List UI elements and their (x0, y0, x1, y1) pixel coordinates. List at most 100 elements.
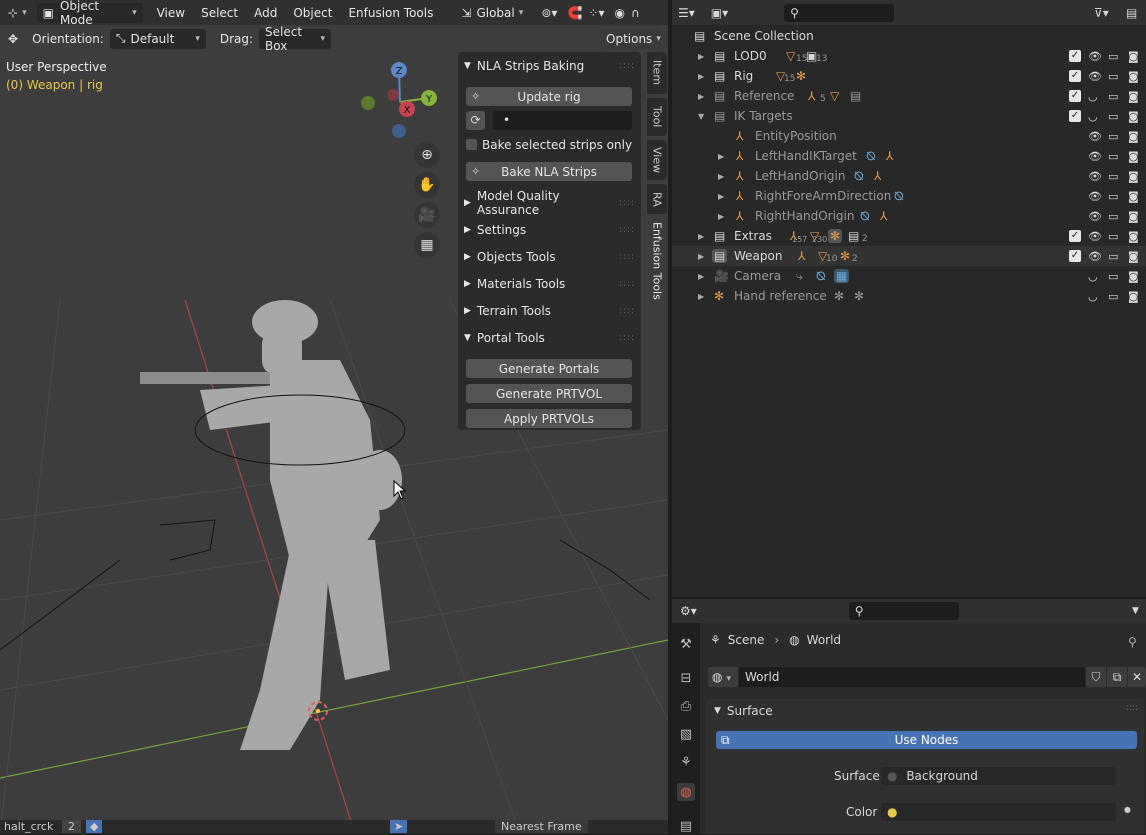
use-nodes-button[interactable]: ⧉ Use Nodes (716, 731, 1137, 749)
outliner-editor-icon[interactable]: ☰▾ (678, 6, 695, 20)
drag-grip-icon[interactable]: :::: (619, 252, 635, 262)
filter-icon[interactable]: ⊽▾ (1094, 6, 1109, 20)
options-dropdown[interactable]: Options ▾ (600, 28, 662, 49)
camera-render-icon[interactable]: ◙ (1128, 190, 1139, 203)
monitor-icon[interactable]: ▭ (1108, 150, 1118, 163)
section-objects-tools[interactable]: ▶ Objects Tools :::: (458, 245, 641, 269)
eye-icon[interactable]: 👁 (1088, 50, 1102, 63)
snap-icon[interactable]: 🧲 (567, 6, 582, 20)
expand-arrow-icon[interactable]: ▶ (718, 192, 724, 201)
outliner-row-reference[interactable]: ▶ ▤ Reference ⅄ 5 ▽ ▤ ✓ ◡ ▭ ◙ (672, 86, 1146, 106)
display-mode-icon[interactable]: ▣▾ (711, 6, 728, 20)
tab-ra[interactable]: RA (647, 184, 667, 214)
camera-view-icon[interactable]: 🎥 (414, 202, 440, 228)
outliner-row-ik-targets[interactable]: ▼ ▤ IK Targets ✓ ◡ ▭ ◙ (672, 106, 1146, 126)
camera-render-icon[interactable]: ◙ (1128, 130, 1139, 143)
fake-user-shield-icon[interactable]: ⛉ (1086, 667, 1106, 687)
editor-type-button[interactable]: ⊹ ▾ (4, 3, 31, 23)
expand-arrow-icon[interactable]: ▶ (698, 252, 704, 261)
frame-field[interactable]: 2 (62, 820, 81, 833)
pin-icon[interactable]: ⚲ (1128, 635, 1137, 649)
drag-dropdown[interactable]: Select Box ▾ (259, 25, 332, 53)
apply-prtvols-button[interactable]: Apply PRTVOLs (466, 409, 632, 428)
monitor-icon[interactable]: ▭ (1108, 70, 1118, 83)
eye-icon[interactable]: 👁 (1088, 230, 1102, 243)
eye-icon[interactable]: 👁 (1088, 250, 1102, 263)
render-tab-icon[interactable]: ⊟ (677, 669, 695, 687)
drag-grip-icon[interactable]: :::: (619, 306, 635, 316)
snap-target-icon[interactable]: ⁘▾ (588, 6, 604, 20)
generate-prtvol-button[interactable]: Generate PRTVOL (466, 384, 632, 403)
eye-icon[interactable]: 👁 (1088, 70, 1102, 83)
shield-icon[interactable]: ◆ (86, 820, 103, 833)
eye-hidden-icon[interactable]: ◡ (1088, 90, 1098, 103)
menu-enfusion-tools[interactable]: Enfusion Tools (340, 6, 441, 20)
collection-tab-icon[interactable]: ▤ (677, 817, 695, 835)
exclude-checkbox[interactable]: ✓ (1069, 70, 1081, 82)
exclude-checkbox[interactable]: ✓ (1069, 230, 1081, 242)
expand-arrow-icon[interactable]: ▶ (698, 72, 704, 81)
menu-add[interactable]: Add (246, 6, 285, 20)
camera-render-icon[interactable]: ◙ (1128, 150, 1139, 163)
pivot-icon[interactable]: ⊚▾ (541, 6, 557, 20)
section-model-quality-assurance[interactable]: ▶ Model Quality Assurance :::: (458, 189, 641, 217)
output-tab-icon[interactable]: ⎙ (677, 697, 695, 715)
zoom-icon[interactable]: ⊕ (414, 142, 440, 168)
outliner-row-camera[interactable]: ▶ 🎥 Camera ⤷ ⦰ ▦ ◡ ▭ ◙ (672, 266, 1146, 286)
generate-portals-button[interactable]: Generate Portals (466, 359, 632, 378)
expand-arrow-icon[interactable]: ▶ (718, 152, 724, 161)
monitor-icon[interactable]: ▭ (1108, 270, 1118, 283)
outliner-row-weapon[interactable]: ▶ ▤ Weapon ⅄ ▽ 10 ✻ 2 ✓ 👁 ▭ ◙ (672, 246, 1146, 266)
section-materials-tools[interactable]: ▶ Materials Tools :::: (458, 272, 641, 296)
3d-viewport[interactable]: ⊹ ▾ ▣ Object Mode ▾ View Select Add Objec… (0, 0, 668, 834)
properties-editor-icon[interactable]: ⚙▾ (680, 604, 697, 618)
outliner-row-lod0[interactable]: ▶ ▤ LOD0 ▽ 15 ▣ 13 ✓ 👁 ▭ ◙ (672, 46, 1146, 66)
keyframe-dot-icon[interactable]: ● (1124, 805, 1131, 814)
orientation-dropdown[interactable]: ⤡ Default ▾ (109, 28, 206, 49)
outliner-row-hand-reference[interactable]: ▶ ✻ Hand reference ✻ ✻ ◡ ▭ ◙ (672, 286, 1146, 306)
view-layer-tab-icon[interactable]: ▧ (677, 725, 695, 743)
world-browse-dropdown[interactable]: ◍ ▾ (708, 667, 738, 687)
outliner-row-righthandorigin[interactable]: ▶ ⅄ RightHandOrigin ⦰ ⅄ 👁 ▭ ◙ (672, 206, 1146, 226)
eye-hidden-icon[interactable]: ◡ (1088, 110, 1098, 123)
camera-render-icon[interactable]: ◙ (1128, 110, 1139, 123)
camera-render-icon[interactable]: ◙ (1128, 290, 1139, 303)
pan-hand-icon[interactable]: ✋ (414, 172, 440, 198)
chevron-down-icon[interactable]: ▼ (1132, 606, 1139, 616)
nla-strips-baking-header[interactable]: ▼ NLA Strips Baking :::: (458, 54, 641, 78)
drag-grip-icon[interactable]: :::: (1126, 703, 1138, 713)
surface-shader-field[interactable]: ● Background (881, 767, 1116, 785)
monitor-icon[interactable]: ▭ (1108, 290, 1118, 303)
eye-icon[interactable]: 👁 (1088, 210, 1102, 223)
camera-render-icon[interactable]: ◙ (1128, 210, 1139, 223)
expand-arrow-icon[interactable]: ▶ (698, 292, 704, 301)
world-tab-icon[interactable]: ◍ (677, 783, 695, 801)
eye-icon[interactable]: 👁 (1088, 130, 1102, 143)
menu-object[interactable]: Object (285, 6, 340, 20)
exclude-checkbox[interactable]: ✓ (1069, 250, 1081, 262)
drag-grip-icon[interactable]: :::: (619, 225, 635, 235)
ortho-grid-icon[interactable]: ▦ (414, 232, 440, 258)
update-rig-button[interactable]: ✧ Update rig (466, 87, 632, 106)
surface-panel-header[interactable]: ▼ Surface (714, 703, 773, 719)
monitor-icon[interactable]: ▭ (1108, 90, 1118, 103)
outliner-row-lefthandorigin[interactable]: ▶ ⅄ LeftHandOrigin ⦰ ⅄ 👁 ▭ ◙ (672, 166, 1146, 186)
tab-item[interactable]: Item (647, 52, 667, 94)
falloff-icon[interactable]: ∩ (631, 6, 640, 20)
monitor-icon[interactable]: ▭ (1108, 130, 1118, 143)
transform-orientation-dropdown[interactable]: ⇲ Global ▾ (455, 3, 533, 23)
camera-render-icon[interactable]: ◙ (1128, 170, 1139, 183)
camera-render-icon[interactable]: ◙ (1128, 50, 1139, 63)
color-field[interactable]: ● (881, 803, 1116, 821)
exclude-checkbox[interactable]: ✓ (1069, 110, 1081, 122)
monitor-icon[interactable]: ▭ (1108, 110, 1118, 123)
monitor-icon[interactable]: ▭ (1108, 170, 1118, 183)
tool-tab-icon[interactable]: ⚒ (677, 635, 695, 653)
outliner-search-input[interactable]: ⚲ (784, 3, 895, 22)
section-portal-tools[interactable]: ▼ Portal Tools :::: (458, 326, 641, 350)
camera-render-icon[interactable]: ◙ (1128, 250, 1139, 263)
proportional-edit-icon[interactable]: ◉ (614, 6, 624, 20)
expand-arrow-icon[interactable]: ▶ (698, 272, 704, 281)
camera-render-icon[interactable]: ◙ (1128, 230, 1139, 243)
eye-hidden-icon[interactable]: ◡ (1088, 270, 1098, 283)
